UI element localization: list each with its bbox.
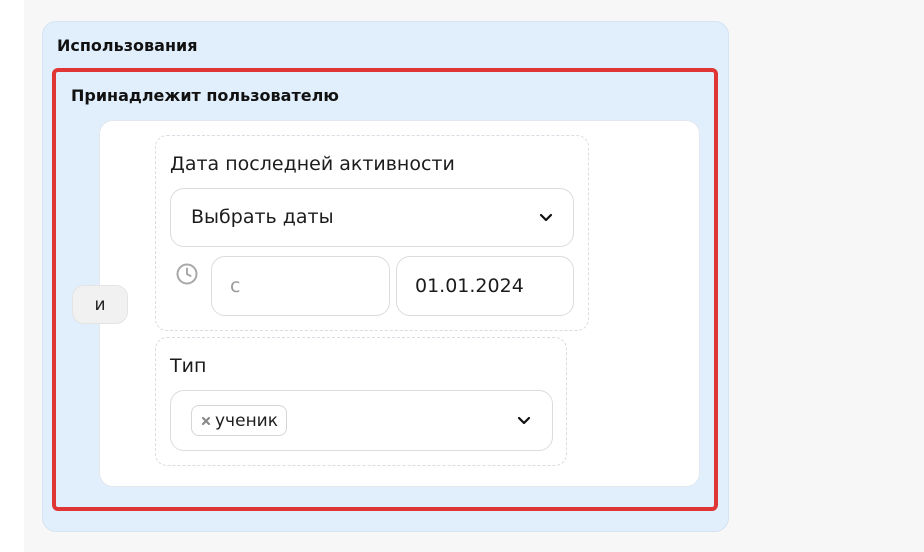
chevron-down-icon xyxy=(517,416,531,425)
selected-tag-label: ученик xyxy=(215,410,278,431)
logical-operator-button[interactable]: и xyxy=(72,285,128,324)
type-select[interactable]: ученик xyxy=(170,390,553,451)
type-label: Тип xyxy=(170,355,207,377)
close-icon[interactable] xyxy=(200,415,212,427)
date-range-select[interactable]: Выбрать даты xyxy=(170,188,574,247)
selected-tag: ученик xyxy=(191,405,287,436)
usage-title: Использования xyxy=(57,36,198,55)
last-activity-label: Дата последней активности xyxy=(170,153,455,175)
date-range-select-value: Выбрать даты xyxy=(191,206,334,228)
clock-icon xyxy=(176,263,198,285)
owner-group-title: Принадлежит пользователю xyxy=(71,86,339,105)
date-from-input[interactable] xyxy=(211,256,390,316)
chevron-down-icon xyxy=(539,213,553,222)
date-to-input[interactable] xyxy=(396,256,574,316)
